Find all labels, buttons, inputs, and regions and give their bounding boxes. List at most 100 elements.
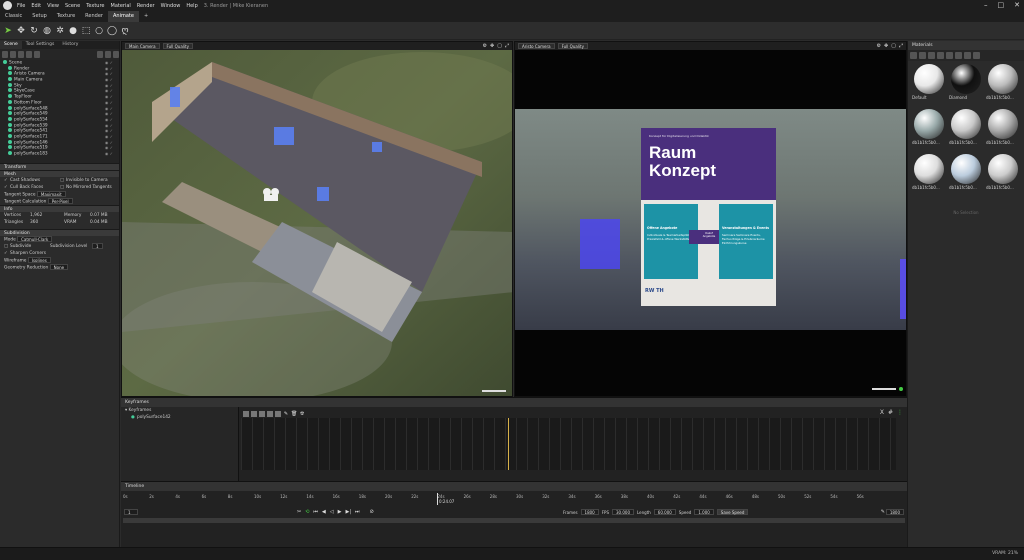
x-icon[interactable]: X [880, 409, 884, 416]
visibility-icon[interactable]: ◉ ✓ [105, 151, 113, 157]
material-swatch[interactable]: db1b1fc5b0... [948, 108, 983, 151]
tab-tool-settings[interactable]: Tool Settings [22, 41, 59, 49]
menu-edit[interactable]: Edit [31, 3, 41, 9]
close-icon[interactable] [973, 52, 980, 59]
gear-icon[interactable] [964, 52, 971, 59]
pencil-icon[interactable]: ✎ [881, 509, 885, 515]
time-cursor[interactable] [437, 493, 438, 505]
lasso-icon[interactable]: ღ [120, 26, 130, 36]
tangent-space-select[interactable]: Maximaxit [36, 191, 66, 197]
circle-select-icon[interactable]: ◯ [107, 26, 117, 36]
quality-select[interactable]: Full Quality [162, 43, 193, 49]
orbit-icon[interactable]: ✲ [55, 26, 65, 36]
menu-render[interactable]: Render [137, 3, 155, 9]
tab-texture[interactable]: Texture [52, 11, 80, 22]
key-icon[interactable] [259, 411, 265, 417]
material-swatch[interactable]: db1b1fc5b0... [911, 153, 946, 196]
folder-icon[interactable] [928, 52, 935, 59]
globe-icon[interactable]: ◍ [42, 26, 52, 36]
menu-file[interactable]: File [17, 3, 25, 9]
start-frame-input[interactable]: 1 [124, 509, 138, 515]
expand-icon[interactable]: ⤢ [899, 43, 903, 49]
keyframe-grid[interactable] [241, 418, 896, 470]
timeline-scrollbar[interactable] [123, 518, 905, 523]
key-icon[interactable] [243, 411, 249, 417]
geometry-select[interactable]: None [49, 264, 69, 270]
minimize-button[interactable]: – [984, 1, 988, 9]
move-icon[interactable]: ✥ [884, 43, 888, 49]
more-icon[interactable]: ⋮ [897, 409, 903, 416]
play-back-icon[interactable]: ◁ [330, 509, 334, 515]
main-viewport[interactable]: Main Camera Full Quality ⚙ ✥ ▢ ⤢ [121, 41, 513, 397]
tab-classic[interactable]: Classic [0, 11, 27, 22]
keyframe-track[interactable]: ● polySurface142 [121, 414, 238, 421]
gear-icon[interactable]: ⚙ [483, 43, 487, 49]
cut-icon[interactable]: ✂ [297, 509, 301, 515]
subdiv-level-input[interactable]: 1 [92, 243, 103, 249]
frame-icon[interactable]: ▢ [891, 43, 896, 49]
sphere-tool-icon[interactable]: ● [68, 26, 78, 36]
fps-input[interactable]: 30.000 [612, 509, 634, 515]
first-frame-icon[interactable]: ⏮ [313, 509, 318, 515]
select-arrow-icon[interactable]: ➤ [3, 26, 13, 36]
material-swatch[interactable]: db1b1fc5b0... [985, 108, 1020, 151]
material-swatch[interactable]: db1b1fc5b0... [985, 153, 1020, 196]
group-icon[interactable] [26, 51, 32, 58]
circle-icon[interactable]: ○ [94, 26, 104, 36]
delete-icon[interactable] [955, 52, 962, 59]
subdivision-section[interactable]: Subdivision [0, 229, 119, 236]
copy-icon[interactable] [105, 51, 111, 58]
wireframe-select[interactable]: Isolines [27, 257, 51, 263]
tab-history[interactable]: History [58, 41, 82, 49]
tab-scene[interactable]: Scene [0, 41, 22, 49]
last-frame-icon[interactable]: ⏭ [355, 509, 360, 515]
prev-frame-icon[interactable]: ◀ [322, 509, 326, 515]
menu-texture[interactable]: Texture [86, 3, 104, 9]
cull-back-row[interactable]: ✓ Cull Back Faces □ No Mirrored Tangents [0, 184, 119, 191]
menu-window[interactable]: Window [161, 3, 181, 9]
camera-viewport[interactable]: Aristo Camera Full Quality ⚙ ✥ ▢ ⤢ Konzept … [514, 41, 907, 397]
move-icon[interactable]: ✥ [16, 26, 26, 36]
sharpen-row[interactable]: ✓ Sharpen Corners [0, 250, 119, 257]
camera-select[interactable]: Main Camera [125, 43, 160, 49]
maximize-button[interactable]: □ [998, 1, 1005, 9]
key-icon[interactable] [275, 411, 281, 417]
tab-render[interactable]: Render [80, 11, 108, 22]
light-icon[interactable] [18, 51, 24, 58]
camera-icon[interactable] [10, 51, 16, 58]
material-swatch[interactable]: Diamond [948, 63, 983, 106]
gear-icon[interactable]: ⚙ [877, 43, 881, 49]
info-section[interactable]: Info [0, 205, 119, 212]
frames-input[interactable]: 1800 [580, 509, 599, 515]
tree-item[interactable]: polySurface183 ◉ ✓ [0, 151, 119, 157]
camera-select[interactable]: Aristo Camera [518, 43, 555, 49]
box-select-icon[interactable]: ⬚ [81, 26, 91, 36]
playhead[interactable] [508, 418, 509, 470]
move-icon[interactable]: ✥ [490, 43, 494, 49]
rotate-icon[interactable]: ↻ [29, 26, 39, 36]
frame-icon[interactable]: ▢ [497, 43, 502, 49]
tab-setup[interactable]: Setup [27, 11, 52, 22]
close-button[interactable]: ✕ [1014, 1, 1020, 9]
speed-input[interactable]: 1.000 [694, 509, 714, 515]
mode-select[interactable]: Catmull-Clark [17, 236, 53, 242]
subdivide-row[interactable]: □ Subdivide Subdivision Level 1 [0, 243, 119, 250]
add-tab-button[interactable]: + [139, 11, 153, 22]
tangent-calc-select[interactable]: Per-Pixel [47, 198, 73, 204]
delete-icon[interactable] [113, 51, 119, 58]
play-icon[interactable]: ▶ [338, 509, 342, 515]
copy-icon[interactable] [946, 52, 953, 59]
keyframes-root[interactable]: ▾ Keyframes [121, 407, 238, 414]
record-icon[interactable]: ⊘ [370, 509, 374, 515]
hash-icon[interactable]: # [888, 409, 893, 416]
folder-icon[interactable] [97, 51, 103, 58]
length-input[interactable]: 60.000 [653, 509, 676, 515]
material-swatch[interactable]: db1b1fc5b0... [948, 153, 983, 196]
transform-section[interactable]: Transform [0, 163, 119, 170]
add-material-icon[interactable] [910, 52, 917, 59]
key-icon[interactable] [267, 411, 273, 417]
key-icon[interactable] [251, 411, 257, 417]
mesh-section[interactable]: Mesh [0, 170, 119, 177]
timeline-ruler[interactable]: 0s 2s 4s 6s 8s 10s 12s 14s 16s 18s 20s 22s 24s 26s 28s… [123, 494, 903, 502]
quality-select[interactable]: Full Quality [557, 43, 588, 49]
